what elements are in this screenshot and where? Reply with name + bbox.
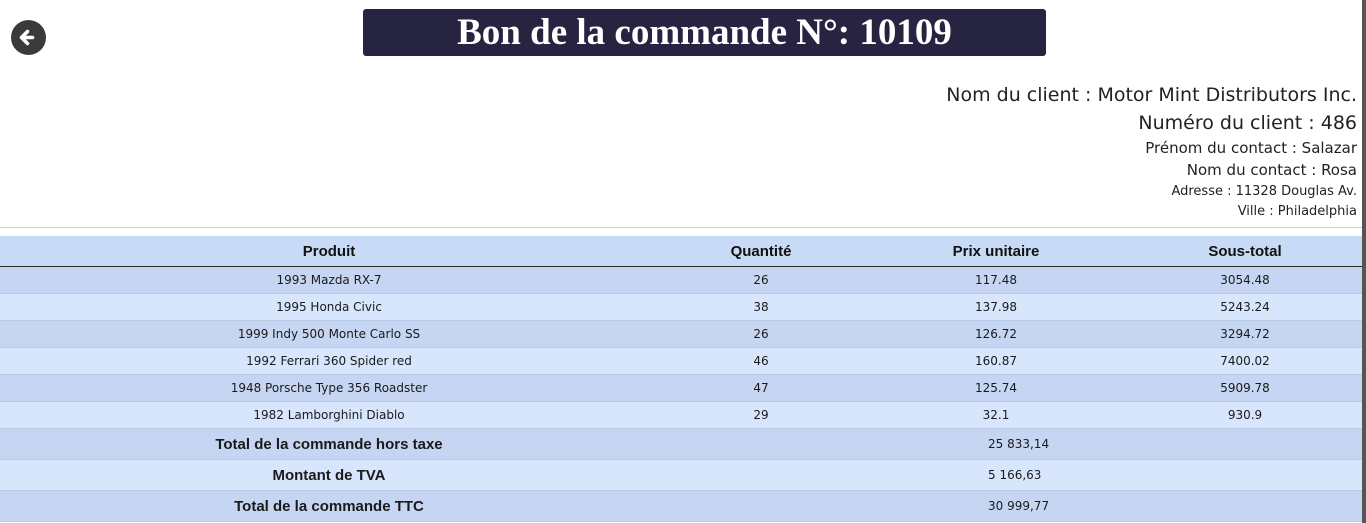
quantity-cell: 46: [658, 347, 864, 375]
table-row: 1993 Mazda RX-7 26 117.48 3054.48: [0, 266, 1362, 294]
table-row: 1995 Honda Civic 38 137.98 5243.24: [0, 293, 1362, 321]
product-cell: 1992 Ferrari 360 Spider red: [0, 347, 658, 375]
client-city: Ville : Philadelphia: [1237, 204, 1357, 219]
table-row: 1948 Porsche Type 356 Roadster 47 125.74…: [0, 374, 1362, 402]
divider: [0, 227, 1362, 228]
product-cell: 1982 Lamborghini Diablo: [0, 401, 658, 429]
order-page: Bon de la commande N°: 10109 Nom du clie…: [0, 0, 1366, 523]
total-excl-tax-value: 25 833,14: [864, 428, 1362, 460]
client-number: Numéro du client : 486: [1138, 112, 1357, 134]
empty-cell: [658, 428, 864, 460]
unit-price-cell: 126.72: [864, 320, 1128, 348]
empty-cell: [658, 459, 864, 491]
empty-cell: [658, 490, 864, 522]
quantity-cell: 26: [658, 266, 864, 294]
subtotal-cell: 5909.78: [1128, 374, 1362, 402]
table-row: 1999 Indy 500 Monte Carlo SS 26 126.72 3…: [0, 320, 1362, 348]
total-excl-tax-label: Total de la commande hors taxe: [0, 428, 658, 460]
vat-amount-label: Montant de TVA: [0, 459, 658, 491]
quantity-cell: 29: [658, 401, 864, 429]
column-header-product: Produit: [0, 236, 658, 267]
quantity-cell: 47: [658, 374, 864, 402]
table-header-row: Produit Quantité Prix unitaire Sous-tota…: [0, 236, 1362, 267]
client-info: Nom du client : Motor Mint Distributors …: [946, 82, 1357, 222]
subtotal-cell: 930.9: [1128, 401, 1362, 429]
unit-price-cell: 32.1: [864, 401, 1128, 429]
page-title: Bon de la commande N°: 10109: [363, 9, 1046, 56]
total-incl-tax-row: Total de la commande TTC 30 999,77: [0, 490, 1362, 522]
subtotal-cell: 3054.48: [1128, 266, 1362, 294]
product-cell: 1995 Honda Civic: [0, 293, 658, 321]
unit-price-cell: 125.74: [864, 374, 1128, 402]
contact-first-name: Prénom du contact : Salazar: [1145, 139, 1357, 157]
product-cell: 1993 Mazda RX-7: [0, 266, 658, 294]
total-incl-tax-value: 30 999,77: [864, 490, 1362, 522]
column-header-quantity: Quantité: [658, 236, 864, 267]
subtotal-cell: 7400.02: [1128, 347, 1362, 375]
subtotal-cell: 3294.72: [1128, 320, 1362, 348]
quantity-cell: 38: [658, 293, 864, 321]
vat-amount-row: Montant de TVA 5 166,63: [0, 459, 1362, 491]
client-address: Adresse : 11328 Douglas Av.: [1171, 184, 1357, 199]
arrow-left-icon: [19, 29, 35, 46]
back-button[interactable]: [11, 20, 46, 55]
contact-last-name: Nom du contact : Rosa: [1186, 161, 1357, 179]
order-table: Produit Quantité Prix unitaire Sous-tota…: [0, 236, 1362, 522]
client-name: Nom du client : Motor Mint Distributors …: [946, 84, 1357, 106]
unit-price-cell: 160.87: [864, 347, 1128, 375]
quantity-cell: 26: [658, 320, 864, 348]
scrollbar[interactable]: [1362, 0, 1366, 523]
unit-price-cell: 137.98: [864, 293, 1128, 321]
unit-price-cell: 117.48: [864, 266, 1128, 294]
table-row: 1982 Lamborghini Diablo 29 32.1 930.9: [0, 401, 1362, 429]
product-cell: 1948 Porsche Type 356 Roadster: [0, 374, 658, 402]
subtotal-cell: 5243.24: [1128, 293, 1362, 321]
column-header-subtotal: Sous-total: [1128, 236, 1362, 267]
total-incl-tax-label: Total de la commande TTC: [0, 490, 658, 522]
table-row: 1992 Ferrari 360 Spider red 46 160.87 74…: [0, 347, 1362, 375]
column-header-unit-price: Prix unitaire: [864, 236, 1128, 267]
total-excl-tax-row: Total de la commande hors taxe 25 833,14: [0, 428, 1362, 460]
vat-amount-value: 5 166,63: [864, 459, 1362, 491]
product-cell: 1999 Indy 500 Monte Carlo SS: [0, 320, 658, 348]
